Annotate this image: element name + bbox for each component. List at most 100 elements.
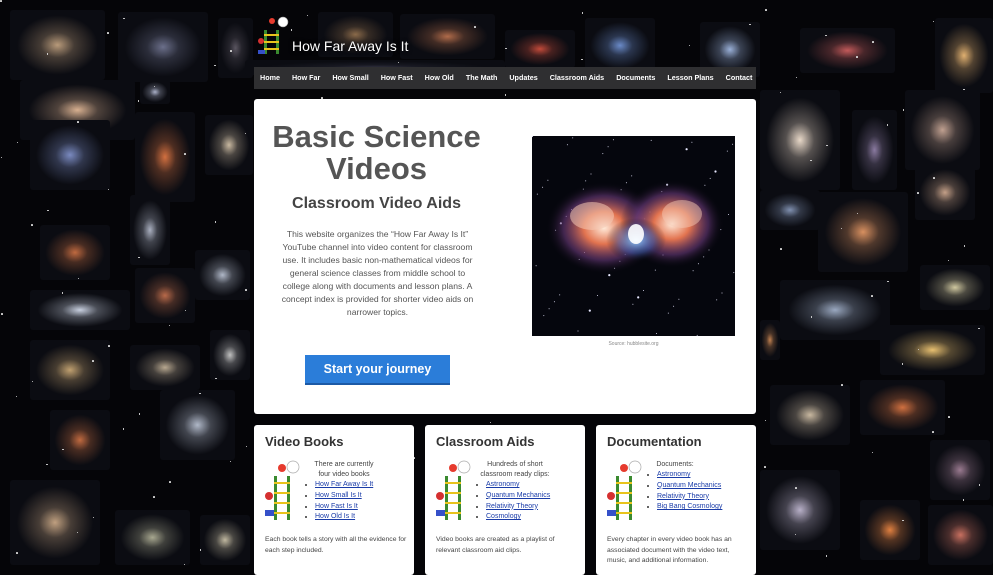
nav-item-lesson-plans[interactable]: Lesson Plans [661, 67, 719, 89]
card-link[interactable]: Cosmology [486, 513, 521, 520]
star-dot [917, 192, 919, 194]
robot-ladder-logo[interactable] [256, 16, 292, 56]
star-dot [548, 308, 550, 310]
star-dot [608, 274, 611, 277]
star-dot [572, 137, 574, 139]
card-link-list: Astronomy Quantum Mechanics Relativity The… [478, 480, 550, 523]
nav-item-how-far[interactable]: How Far [286, 67, 326, 89]
star-dot [47, 209, 49, 212]
galaxy-image-tile [920, 265, 990, 310]
star-dot [947, 259, 949, 262]
nav-item-how-old[interactable]: How Old [419, 67, 460, 89]
star-dot [871, 451, 873, 454]
star-dot [637, 296, 640, 299]
star-dot [1, 313, 3, 315]
nav-item-documents[interactable]: Documents [610, 67, 661, 89]
nav-item-updates[interactable]: Updates [503, 67, 543, 89]
star-dot [199, 549, 201, 551]
nav-item-classroom-aids[interactable]: Classroom Aids [544, 67, 610, 89]
star-dot [153, 496, 155, 498]
card-link[interactable]: How Small Is It [315, 492, 362, 499]
galaxy-image-tile [210, 330, 250, 380]
galaxy-image-tile [30, 290, 130, 330]
star-dot [963, 88, 965, 91]
star-dot [612, 139, 614, 141]
star-dot [656, 333, 657, 334]
photo-credit: Source: hubblesite.org [608, 341, 659, 347]
star-dot [245, 289, 247, 291]
star-dot [692, 270, 694, 272]
galaxy-image-tile [195, 250, 250, 300]
star-dot [597, 295, 598, 296]
star-dot [696, 334, 698, 336]
nav-item-contact[interactable]: Contact [720, 67, 759, 89]
star-dot [733, 272, 735, 274]
card-link[interactable]: Astronomy [657, 471, 690, 478]
list-item: How Far Away Is It [315, 480, 373, 491]
intro-paragraph: This website organizes the “How Far Away… [281, 229, 474, 317]
star-dot [547, 179, 549, 181]
star-dot [214, 64, 216, 67]
star-dot [169, 481, 171, 483]
nav-item-the-math[interactable]: The Math [460, 67, 504, 89]
galaxy-image-tile [915, 165, 975, 220]
star-dot [856, 56, 858, 58]
star-dot [714, 170, 717, 173]
star-dot [825, 555, 827, 557]
card-link[interactable]: How Fast Is It [315, 503, 358, 510]
star-dot [543, 315, 545, 317]
start-journey-button[interactable]: Start your journey [305, 355, 450, 385]
card-link[interactable]: Astronomy [486, 481, 519, 488]
star-dot [764, 466, 766, 468]
star-dot [504, 94, 506, 96]
star-dot [588, 309, 591, 312]
galaxy-image-tile [30, 340, 110, 400]
star-dot [732, 143, 734, 145]
star-dot [168, 324, 170, 327]
card-link[interactable]: Quantum Mechanics [486, 492, 550, 499]
galaxy-image-tile [10, 10, 105, 80]
star-dot [667, 312, 669, 314]
star-dot [123, 17, 125, 20]
star-dot [122, 428, 124, 430]
galaxy-image-tile [10, 480, 100, 565]
nav-item-how-small[interactable]: How Small [326, 67, 374, 89]
card-link[interactable]: Relativity Theory [657, 493, 709, 500]
star-dot [107, 188, 109, 191]
galaxy-image-tile [818, 192, 908, 272]
card-link[interactable]: How Old Is It [315, 513, 355, 520]
card-link[interactable]: How Far Away Is It [315, 481, 373, 488]
star-dot [553, 301, 555, 303]
site-header: How Far Away Is It [256, 14, 756, 64]
galaxy-image-tile [770, 385, 850, 445]
card-title: Classroom Aids [436, 434, 535, 449]
star-dot [887, 280, 889, 283]
card-link[interactable]: Quantum Mechanics [657, 482, 721, 489]
galaxy-image-tile [160, 390, 235, 460]
card-title: Video Books [265, 434, 344, 449]
list-item: How Fast Is It [315, 502, 373, 513]
star-dot [559, 294, 561, 296]
page-title: Basic Science Videos [272, 119, 481, 186]
galaxy-image-tile [200, 515, 250, 565]
galaxy-image-tile [760, 470, 840, 550]
star-dot [963, 245, 965, 247]
nav-item-home[interactable]: Home [254, 67, 286, 89]
star-dot [76, 531, 78, 533]
star-dot [780, 248, 782, 250]
star-dot [153, 85, 155, 87]
list-item: Astronomy [486, 480, 550, 491]
nav-item-how-fast[interactable]: How Fast [375, 67, 419, 89]
card-link[interactable]: Relativity Theory [486, 503, 538, 510]
star-dot [962, 499, 964, 501]
star-dot [77, 277, 79, 279]
list-item: Relativity Theory [486, 502, 550, 513]
star-dot [654, 269, 656, 271]
star-dot [917, 348, 919, 350]
site-title[interactable]: How Far Away Is It [292, 38, 408, 54]
card-intro: Documents: [656, 461, 694, 468]
star-dot [577, 330, 579, 332]
star-dot [795, 76, 797, 79]
nebula-photo [532, 136, 735, 336]
card-link[interactable]: Big Bang Cosmology [657, 503, 722, 510]
